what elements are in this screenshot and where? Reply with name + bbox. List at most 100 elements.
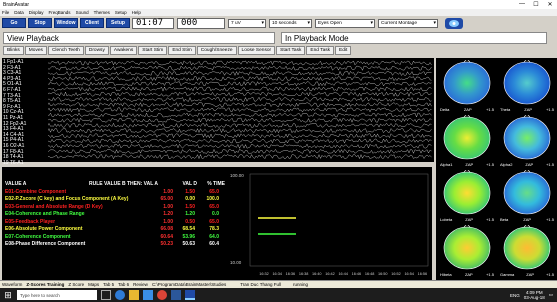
end-task-button[interactable]: End Task [306,46,335,55]
tab-z-score[interactable]: Z Score [68,282,84,287]
component-row[interactable]: E01-Combine Component 1.00 1.50 65.0 [5,188,227,196]
map-band: Hibeta [440,272,452,277]
map-label: Theta ZAP +1.5 [500,107,554,112]
awakens-button[interactable]: Awakens [109,46,138,55]
go-button[interactable]: Go [2,18,26,28]
minimize-button[interactable]: — [515,1,529,8]
menu-help[interactable]: Help [132,10,141,15]
component-row[interactable]: E04-Coherence and Phase Range 1.20 1.20 0.0 [5,211,227,219]
setup-button[interactable]: Setup [106,18,130,28]
cough-sneeze-button[interactable]: Cough/Sneeze [196,46,237,55]
windows-start-icon[interactable]: ⊞ [2,289,14,301]
x-tick-label: 16:42 [325,272,335,276]
tab-6[interactable]: Tab 6 [118,282,129,287]
map-label: Alpha2 ZAP +1.5 [500,162,554,167]
close-button[interactable]: ✕ [543,1,557,8]
header-time: % TIME [207,180,225,187]
map-type: ZAP [526,272,535,277]
clock[interactable]: 4:09 PM 03-Aug-18 [524,290,545,300]
map-scale: +1.5 [546,162,554,167]
map-type: ZAP [463,107,472,112]
topo-map-hibeta[interactable]: Hibeta ZAP +1.5 [438,223,496,278]
topo-map-delta[interactable]: Delta ZAP +1.5 [438,58,496,113]
topo-map-alpha2[interactable]: Alpha2 ZAP +1.5 [498,113,556,168]
trend-plot-svg: 100.0010.0016:32 16:34 16:36 16:38 16:40 16:4… [230,173,429,276]
moves-button[interactable]: Moves [24,46,47,55]
edit-button[interactable]: Edit [335,46,352,55]
tab-review[interactable]: Review [133,282,148,287]
map-type: ZAP [465,162,474,167]
word-icon[interactable] [171,290,181,300]
x-tick-label: 16:48 [365,272,375,276]
montage-select[interactable]: Current Montage [378,18,438,28]
tab-waveform[interactable]: Waveform [2,282,22,287]
session-timer: 01:07 [132,17,174,29]
plot-frame [249,173,429,267]
map-type: ZAP [465,217,474,222]
menu-display[interactable]: Display [29,10,44,15]
component-table: VALUE A RULE VALUE B THEN: VAL A VAL D %… [5,179,227,248]
duration-select[interactable]: 10 seconds [269,18,312,28]
menu-sound[interactable]: Sound [76,10,89,15]
explorer-icon[interactable] [129,290,139,300]
maximize-button[interactable]: ☐ [529,1,543,8]
map-label: Alpha1 ZAP +1.5 [440,162,494,167]
tab-maps[interactable]: Maps [88,282,99,287]
component-name: E05-Feedback Player [5,218,56,225]
component-name: E03-General and Absolute Range (D Key) [5,203,103,210]
state-select[interactable]: Eyes Open [315,18,375,28]
map-scale: +1.5 [546,217,554,222]
store-icon[interactable] [143,290,153,300]
component-row[interactable]: E07-Coherence Component 60.64 53.96 64.0 [5,233,227,241]
language-indicator[interactable]: ENG [510,293,520,298]
chrome-icon[interactable] [157,290,167,300]
map-band: Lobeta [440,217,453,222]
component-value-d: 1.50 [185,188,195,195]
client-button[interactable]: Client [80,18,104,28]
end-stim-button[interactable]: End Stim [168,46,196,55]
stop-button[interactable]: Stop [28,18,52,28]
map-band: Beta [500,217,509,222]
component-row[interactable]: E08-Phase Difference Component 50.23 50.63… [5,241,227,249]
topo-map-gamma[interactable]: Gamma ZAP +1.5 [498,223,556,278]
topo-map-beta[interactable]: Beta ZAP +1.5 [498,168,556,223]
topo-map-alpha1[interactable]: Alpha1 ZAP +1.5 [438,113,496,168]
menu-data[interactable]: Data [14,10,24,15]
component-value-a: 1.00 [163,203,173,210]
menu-themes[interactable]: Themes [94,10,110,15]
head-map-icon [443,113,491,160]
eeg-traces [48,60,432,160]
component-value-a: 60.64 [160,233,173,240]
component-row[interactable]: E05-Feedback Player 1.00 0.50 65.0 [5,218,227,226]
run-status: running [293,282,309,287]
menu-setup[interactable]: Setup [115,10,127,15]
topo-map-theta[interactable]: Theta ZAP +1.5 [498,58,556,113]
clench-teeth-button[interactable]: Clench Teeth [47,46,84,55]
menu-file[interactable]: File [2,10,9,15]
topo-maps-panel: Delta ZAP +1.5 Theta ZAP +1.5 Alpha1 ZAP +1.5 Alp… [436,58,557,280]
component-row[interactable]: E02-P.Zscore (C key) and Focus Component… [5,196,227,204]
map-band: Alpha1 [440,162,453,167]
search-box[interactable]: Type here to search [17,290,97,300]
start-stim-button[interactable]: Start Stim [138,46,168,55]
component-row[interactable]: E03-General and Absolute Range (D Key) 1.… [5,203,227,211]
brainavatar-icon[interactable] [185,290,195,300]
drowsy-button[interactable]: Drowsy [84,46,109,55]
edge-icon[interactable] [115,290,125,300]
event-buttons: Blinks Moves Clench Teeth Drowsy Awakens… [0,45,557,56]
start-task-button[interactable]: Start Task [276,46,306,55]
topo-map-lobeta[interactable]: Lobeta ZAP +1.5 [438,168,496,223]
eeg-trace [48,112,432,118]
menu-freqbands[interactable]: FreqBands [49,10,71,15]
tab-z-scores-training[interactable]: Z-Scores Training [26,282,64,287]
notification-icon[interactable]: ▭ [549,292,553,298]
window-button[interactable]: Window [54,18,78,28]
component-row[interactable]: E06-Absolute Power Component 66.08 68.54 78… [5,226,227,234]
task-view-icon[interactable] [101,290,111,300]
map-scale: +1.5 [486,107,494,112]
tab-5[interactable]: Tab 5 [103,282,114,287]
component-value-a: 65.00 [160,196,173,203]
blinks-button[interactable]: Blinks [3,46,24,55]
scale-select[interactable]: 7 uV [228,18,266,28]
loose-sensor-button[interactable]: Loose Sensor [237,46,276,55]
